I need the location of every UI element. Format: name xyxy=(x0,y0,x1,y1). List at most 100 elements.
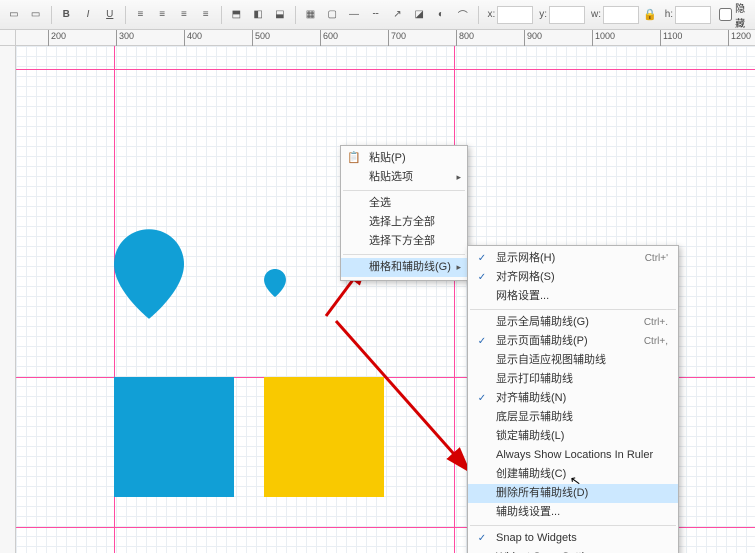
check-icon: ✓ xyxy=(474,389,490,408)
pin-shape-large[interactable] xyxy=(114,229,184,319)
menu-label: 粘贴选项 xyxy=(369,171,413,183)
lock-icon[interactable]: 🔒 xyxy=(643,8,657,21)
grid-guides-submenu[interactable]: ✓ 显示网格(H) Ctrl+' ✓ 对齐网格(S) 网格设置... 显示全局辅… xyxy=(467,245,679,553)
align-left-btn[interactable]: ≡ xyxy=(131,4,151,26)
check-icon: ✓ xyxy=(474,249,490,268)
menu-label: 辅助线设置... xyxy=(496,506,560,518)
context-menu[interactable]: 📋 粘贴(P) 粘贴选项 全选 选择上方全部 选择下方全部 栅格和辅助线(G) xyxy=(340,145,468,281)
menu-label: 全选 xyxy=(369,197,391,209)
fill-color-btn[interactable]: ▦ xyxy=(301,4,321,26)
opacity-btn[interactable]: ◐ xyxy=(431,4,451,26)
guide-horizontal[interactable] xyxy=(16,69,755,70)
menu-paste[interactable]: 📋 粘贴(P) xyxy=(341,149,467,168)
menu-label: 显示网格(H) xyxy=(496,252,555,264)
toolbar-btn[interactable]: ▭ xyxy=(26,4,46,26)
menu-label: 选择上方全部 xyxy=(369,216,435,228)
menu-show-grid[interactable]: ✓ 显示网格(H) Ctrl+' xyxy=(468,249,678,268)
menu-show-adaptive-guides[interactable]: 显示自适应视图辅助线 xyxy=(468,351,678,370)
separator xyxy=(478,6,479,24)
menu-label: 显示自适应视图辅助线 xyxy=(496,354,606,366)
pin-shape-small[interactable] xyxy=(264,269,286,297)
menu-widget-snap-settings[interactable]: Widget Snap Settings... xyxy=(468,548,678,553)
check-icon: ✓ xyxy=(474,332,490,351)
paste-icon: 📋 xyxy=(347,151,361,165)
menu-show-print-guides[interactable]: 显示打印辅助线 xyxy=(468,370,678,389)
h-input[interactable] xyxy=(675,6,711,24)
valign-bottom-btn[interactable]: ⬓ xyxy=(270,4,290,26)
align-justify-btn[interactable]: ≡ xyxy=(196,4,216,26)
menu-label: 粘贴(P) xyxy=(369,152,406,164)
x-label: x: xyxy=(487,9,495,20)
align-center-btn[interactable]: ≡ xyxy=(152,4,172,26)
menu-label: Always Show Locations In Ruler xyxy=(496,449,653,461)
menu-separator xyxy=(343,190,465,191)
menu-label: 显示页面辅助线(P) xyxy=(496,335,588,347)
h-label: h: xyxy=(665,9,673,20)
menu-label: Snap to Widgets xyxy=(496,532,577,544)
menu-paste-options[interactable]: 粘贴选项 xyxy=(341,168,467,187)
shadow-btn[interactable]: ◪ xyxy=(409,4,429,26)
w-label: w: xyxy=(591,9,601,20)
menu-shortcut: Ctrl+, xyxy=(644,332,668,351)
hidden-checkbox[interactable]: 隐藏 xyxy=(719,0,751,30)
x-input[interactable] xyxy=(497,6,533,24)
menu-guide-settings[interactable]: 辅助线设置... xyxy=(468,503,678,522)
ruler-vertical[interactable] xyxy=(0,46,16,553)
y-input[interactable] xyxy=(549,6,585,24)
align-right-btn[interactable]: ≡ xyxy=(174,4,194,26)
workspace: 200300400500600700800900100011001200 📋 粘… xyxy=(0,30,755,553)
separator xyxy=(125,6,126,24)
ruler-corner xyxy=(0,30,16,46)
menu-select-below[interactable]: 选择下方全部 xyxy=(341,232,467,251)
menu-show-page-guides[interactable]: ✓ 显示页面辅助线(P) Ctrl+, xyxy=(468,332,678,351)
menu-label: 创建辅助线(C) xyxy=(496,468,566,480)
menu-label: 网格设置... xyxy=(496,290,549,302)
underline-btn[interactable]: U xyxy=(100,4,120,26)
ruler-horizontal[interactable]: 200300400500600700800900100011001200 xyxy=(16,30,755,46)
w-input[interactable] xyxy=(603,6,639,24)
menu-grid-guides[interactable]: 栅格和辅助线(G) xyxy=(341,258,467,277)
menu-shortcut: Ctrl+' xyxy=(645,249,668,268)
hidden-label: 隐藏 xyxy=(735,0,751,30)
separator xyxy=(51,6,52,24)
menu-grid-settings[interactable]: 网格设置... xyxy=(468,287,678,306)
italic-btn[interactable]: I xyxy=(78,4,98,26)
stroke-color-btn[interactable]: ▢ xyxy=(322,4,342,26)
menu-separator xyxy=(470,309,676,310)
menu-separator xyxy=(343,254,465,255)
line-style-btn[interactable]: ╌ xyxy=(366,4,386,26)
menu-show-under-guides[interactable]: 底层显示辅助线 xyxy=(468,408,678,427)
menu-label: 显示打印辅助线 xyxy=(496,373,573,385)
menu-shortcut: Ctrl+. xyxy=(644,313,668,332)
yellow-square[interactable] xyxy=(264,377,384,497)
menu-select-all[interactable]: 全选 xyxy=(341,194,467,213)
menu-label: 锁定辅助线(L) xyxy=(496,430,564,442)
toolbar: ▭ ▭ B I U ≡ ≡ ≡ ≡ ⬒ ◧ ⬓ ▦ ▢ — ╌ ↗ ◪ ◐ ⌒ … xyxy=(0,0,755,30)
menu-select-above[interactable]: 选择上方全部 xyxy=(341,213,467,232)
menu-label: 栅格和辅助线(G) xyxy=(369,261,451,273)
separator xyxy=(295,6,296,24)
menu-always-show-ruler[interactable]: Always Show Locations In Ruler xyxy=(468,446,678,465)
toolbar-btn[interactable]: ▭ xyxy=(4,4,24,26)
check-icon: ✓ xyxy=(474,529,490,548)
blue-square[interactable] xyxy=(114,377,234,497)
corner-btn[interactable]: ⌒ xyxy=(453,4,473,26)
bold-btn[interactable]: B xyxy=(56,4,76,26)
menu-snap-guides[interactable]: ✓ 对齐辅助线(N) xyxy=(468,389,678,408)
valign-top-btn[interactable]: ⬒ xyxy=(226,4,246,26)
menu-label: 底层显示辅助线 xyxy=(496,411,573,423)
menu-label: 对齐网格(S) xyxy=(496,271,555,283)
menu-snap-grid[interactable]: ✓ 对齐网格(S) xyxy=(468,268,678,287)
y-label: y: xyxy=(539,9,547,20)
line-width-btn[interactable]: — xyxy=(344,4,364,26)
menu-snap-widgets[interactable]: ✓ Snap to Widgets xyxy=(468,529,678,548)
menu-label: 显示全局辅助线(G) xyxy=(496,316,589,328)
valign-middle-btn[interactable]: ◧ xyxy=(248,4,268,26)
menu-label: 选择下方全部 xyxy=(369,235,435,247)
menu-separator xyxy=(470,525,676,526)
menu-show-global-guides[interactable]: 显示全局辅助线(G) Ctrl+. xyxy=(468,313,678,332)
menu-label: 对齐辅助线(N) xyxy=(496,392,566,404)
menu-lock-guides[interactable]: 锁定辅助线(L) xyxy=(468,427,678,446)
arrow-btn[interactable]: ↗ xyxy=(388,4,408,26)
guide-vertical[interactable] xyxy=(454,46,455,553)
